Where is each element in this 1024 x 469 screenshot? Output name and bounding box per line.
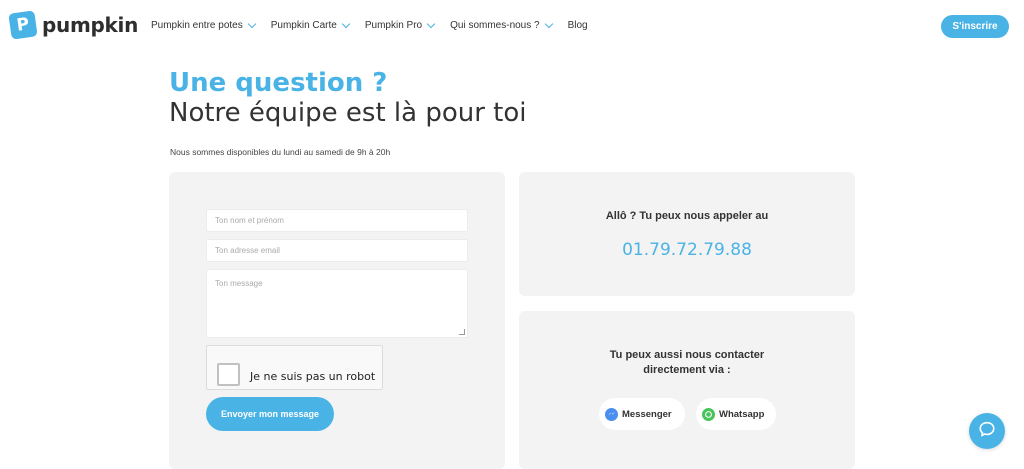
- nav-item-pro[interactable]: Pumpkin Pro: [364, 19, 436, 31]
- page-subtitle: Notre équipe est là pour toi: [169, 98, 527, 128]
- name-placeholder: Ton nom et prénom: [215, 216, 284, 225]
- signup-button[interactable]: S'inscrire: [941, 15, 1009, 38]
- contact-form-panel: Ton nom et prénom Ton adresse email Ton …: [169, 172, 505, 469]
- contact-channels-panel: Tu peux aussi nous contacter directement…: [519, 311, 855, 469]
- nav-item-label: Pumpkin Pro: [364, 20, 423, 31]
- logo[interactable]: P pumpkin: [8, 10, 139, 40]
- page-title: Une question ?: [169, 68, 388, 98]
- chevron-down-icon: [426, 19, 436, 28]
- send-message-button[interactable]: Envoyer mon message: [206, 397, 334, 431]
- site-header: P pumpkin Pumpkin entre potes Pumpkin Ca…: [0, 0, 1024, 52]
- resize-handle[interactable]: [459, 329, 465, 335]
- nav-item-entre-potes[interactable]: Pumpkin entre potes: [151, 19, 256, 31]
- email-field[interactable]: Ton adresse email: [206, 239, 468, 262]
- availability-text: Nous sommes disponibles du lundi au same…: [170, 147, 391, 157]
- messenger-label: Messenger: [622, 408, 672, 420]
- logo-icon: P: [8, 10, 38, 40]
- nav-item-blog[interactable]: Blog: [568, 20, 588, 31]
- logo-text: pumpkin: [42, 13, 139, 37]
- whatsapp-label: Whatsapp: [719, 408, 765, 420]
- message-placeholder: Ton message: [215, 279, 263, 288]
- chevron-down-icon: [247, 19, 256, 28]
- recaptcha-label: Je ne suis pas un robot: [250, 370, 376, 383]
- messenger-icon: [605, 407, 618, 421]
- chat-bubble-icon: [978, 420, 996, 443]
- email-placeholder: Ton adresse email: [215, 246, 280, 255]
- phone-label: Allô ? Tu peux nous appeler au: [605, 210, 769, 222]
- main-nav: Pumpkin entre potes Pumpkin Carte Pumpki…: [151, 19, 604, 31]
- nav-item-label: Pumpkin entre potes: [151, 20, 243, 31]
- nav-item-qui-sommes-nous[interactable]: Qui sommes-nous ?: [450, 19, 553, 31]
- nav-item-label: Blog: [567, 20, 588, 31]
- whatsapp-icon: [702, 407, 715, 421]
- nav-item-carte[interactable]: Pumpkin Carte: [270, 19, 351, 31]
- contact-text: Tu peux aussi nous contacter directement…: [519, 348, 855, 378]
- message-field[interactable]: Ton message: [206, 269, 468, 338]
- nav-item-label: Pumpkin Carte: [270, 20, 337, 31]
- whatsapp-button[interactable]: Whatsapp: [696, 398, 776, 430]
- chat-launcher-button[interactable]: [969, 413, 1005, 449]
- recaptcha-checkbox[interactable]: [217, 363, 240, 386]
- messenger-button[interactable]: Messenger: [599, 398, 685, 430]
- chevron-down-icon: [341, 19, 351, 28]
- recaptcha-widget: Je ne suis pas un robot: [206, 345, 383, 390]
- nav-item-label: Qui sommes-nous ?: [450, 20, 540, 31]
- phone-number[interactable]: 01.79.72.79.88: [519, 240, 855, 260]
- contact-text-line2: directement via :: [643, 364, 731, 376]
- contact-text-line1: Tu peux aussi nous contacter: [609, 349, 765, 361]
- phone-panel: Allô ? Tu peux nous appeler au 01.79.72.…: [519, 172, 855, 296]
- chevron-down-icon: [544, 19, 553, 28]
- name-field[interactable]: Ton nom et prénom: [206, 209, 468, 232]
